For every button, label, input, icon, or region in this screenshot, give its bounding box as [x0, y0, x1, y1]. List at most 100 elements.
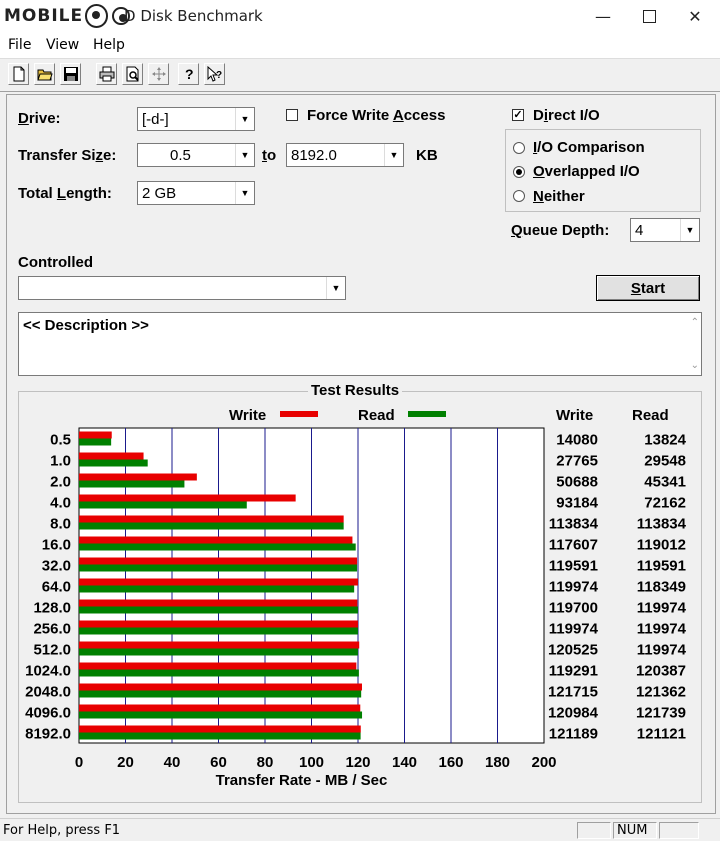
total-length-value: 2 GB	[142, 185, 177, 202]
write-value-label: 119700	[549, 600, 598, 617]
new-icon[interactable]	[8, 63, 29, 85]
context-help-icon[interactable]: ?	[204, 63, 225, 85]
controlled-select[interactable]: ▼	[18, 276, 346, 300]
print-icon[interactable]	[96, 63, 117, 85]
read-value-label: 121739	[636, 705, 686, 722]
write-bar	[79, 494, 296, 502]
queue-depth-label: Queue Depth:	[511, 222, 610, 239]
transfer-size-label: Transfer Size:	[18, 147, 117, 164]
title-bar: MOBILE D Disk Benchmark — ✕	[0, 0, 720, 32]
write-bar	[79, 620, 358, 628]
write-value-label: 120984	[548, 705, 599, 722]
write-value-label: 113834	[549, 516, 599, 533]
drive-label: Drive:	[18, 110, 61, 127]
help-icon[interactable]: ?	[178, 63, 199, 85]
read-bar	[79, 669, 359, 677]
move-icon[interactable]	[148, 63, 169, 85]
category-label: 256.0	[33, 621, 71, 638]
queue-depth-select[interactable]: 4 ▼	[630, 218, 700, 242]
write-column-header: Write	[556, 407, 593, 424]
drive-select[interactable]: [-d-] ▼	[137, 107, 255, 131]
x-tick-label: 60	[210, 754, 227, 771]
write-bar	[79, 536, 353, 544]
write-value-label: 117607	[549, 537, 598, 554]
write-value-label: 119291	[549, 663, 598, 680]
transfer-to-select[interactable]: 8192.0 ▼	[286, 143, 404, 167]
direct-io-label: Direct I/O	[533, 107, 600, 124]
category-label: 128.0	[33, 600, 71, 617]
write-value-label: 50688	[556, 474, 598, 491]
x-tick-label: 140	[392, 754, 417, 771]
direct-io-checkbox[interactable]: ✓	[512, 109, 524, 121]
write-value-label: 119974	[549, 579, 599, 596]
write-value-label: 119591	[549, 558, 598, 575]
legend-write-label: Write	[229, 407, 266, 424]
close-button[interactable]: ✕	[672, 0, 718, 32]
status-help-text: For Help, press F1	[3, 823, 121, 838]
to-label: to	[262, 147, 277, 164]
read-value-label: 72162	[644, 495, 686, 512]
x-tick-label: 20	[117, 754, 134, 771]
x-tick-label: 100	[299, 754, 324, 771]
write-bar	[79, 599, 358, 607]
write-value-label: 93184	[556, 495, 598, 512]
io-comparison-radio[interactable]	[513, 142, 525, 154]
menu-help[interactable]: Help	[93, 37, 125, 53]
menu-bar: File View Help	[0, 32, 720, 59]
status-pane-empty	[577, 822, 611, 839]
category-label: 8192.0	[25, 726, 71, 743]
write-value-label: 119974	[549, 621, 599, 638]
open-icon[interactable]	[34, 63, 55, 85]
menu-view[interactable]: View	[46, 37, 79, 53]
overlapped-io-radio[interactable]	[513, 166, 525, 178]
write-value-label: 14080	[556, 432, 598, 449]
x-tick-label: 180	[485, 754, 510, 771]
transfer-from-select[interactable]: 0.5 ▼	[137, 143, 255, 167]
print-preview-icon[interactable]	[122, 63, 143, 85]
read-value-label: 121121	[637, 726, 686, 743]
minimize-button[interactable]: —	[580, 0, 626, 32]
kb-label: KB	[416, 147, 438, 164]
read-bar	[79, 564, 358, 572]
read-value-label: 119012	[637, 537, 686, 554]
overlapped-io-label: Overlapped I/O	[533, 163, 640, 180]
status-num: NUM	[613, 822, 657, 839]
read-bar	[79, 648, 358, 656]
write-bar	[79, 725, 361, 733]
read-value-label: 29548	[644, 453, 686, 470]
category-label: 32.0	[42, 558, 71, 575]
drive-select-value: [-d-]	[142, 111, 169, 128]
scroll-up-icon[interactable]: ⌃	[691, 317, 699, 328]
start-button-label: Start	[630, 279, 666, 297]
read-value-label: 119974	[637, 621, 687, 638]
x-tick-label: 40	[164, 754, 181, 771]
write-bar	[79, 431, 112, 439]
read-bar	[79, 627, 358, 635]
read-bar	[79, 480, 185, 488]
write-bar	[79, 452, 144, 460]
description-box[interactable]: << Description >> ⌃ ⌄	[18, 312, 702, 376]
category-label: 64.0	[42, 579, 71, 596]
read-bar	[79, 543, 356, 551]
transfer-to-value: 8192.0	[291, 147, 337, 164]
status-bar: For Help, press F1 NUM	[0, 818, 720, 841]
maximize-button[interactable]	[626, 0, 672, 32]
chevron-down-icon: ▼	[235, 144, 254, 166]
controlled-label: Controlled	[18, 254, 93, 271]
category-label: 2048.0	[25, 684, 71, 701]
save-icon[interactable]	[60, 63, 81, 85]
watermark-logo: MOBILE	[4, 3, 132, 29]
total-length-select[interactable]: 2 GB ▼	[137, 181, 255, 205]
force-write-checkbox[interactable]	[286, 109, 298, 121]
scroll-down-icon[interactable]: ⌄	[691, 360, 699, 371]
io-comparison-label: I/O Comparison	[533, 139, 645, 156]
category-label: 8.0	[50, 516, 71, 533]
results-chart: 0 20 40 60 80 100 120 140 160 180 200 Transfer Rate…	[25, 407, 687, 789]
x-tick-label: 200	[531, 754, 556, 771]
read-bar	[79, 585, 355, 593]
category-label: 1024.0	[25, 663, 71, 680]
write-bar	[79, 704, 361, 712]
menu-file[interactable]: File	[8, 37, 31, 53]
neither-radio[interactable]	[513, 190, 525, 202]
start-button[interactable]: Start	[596, 275, 700, 301]
